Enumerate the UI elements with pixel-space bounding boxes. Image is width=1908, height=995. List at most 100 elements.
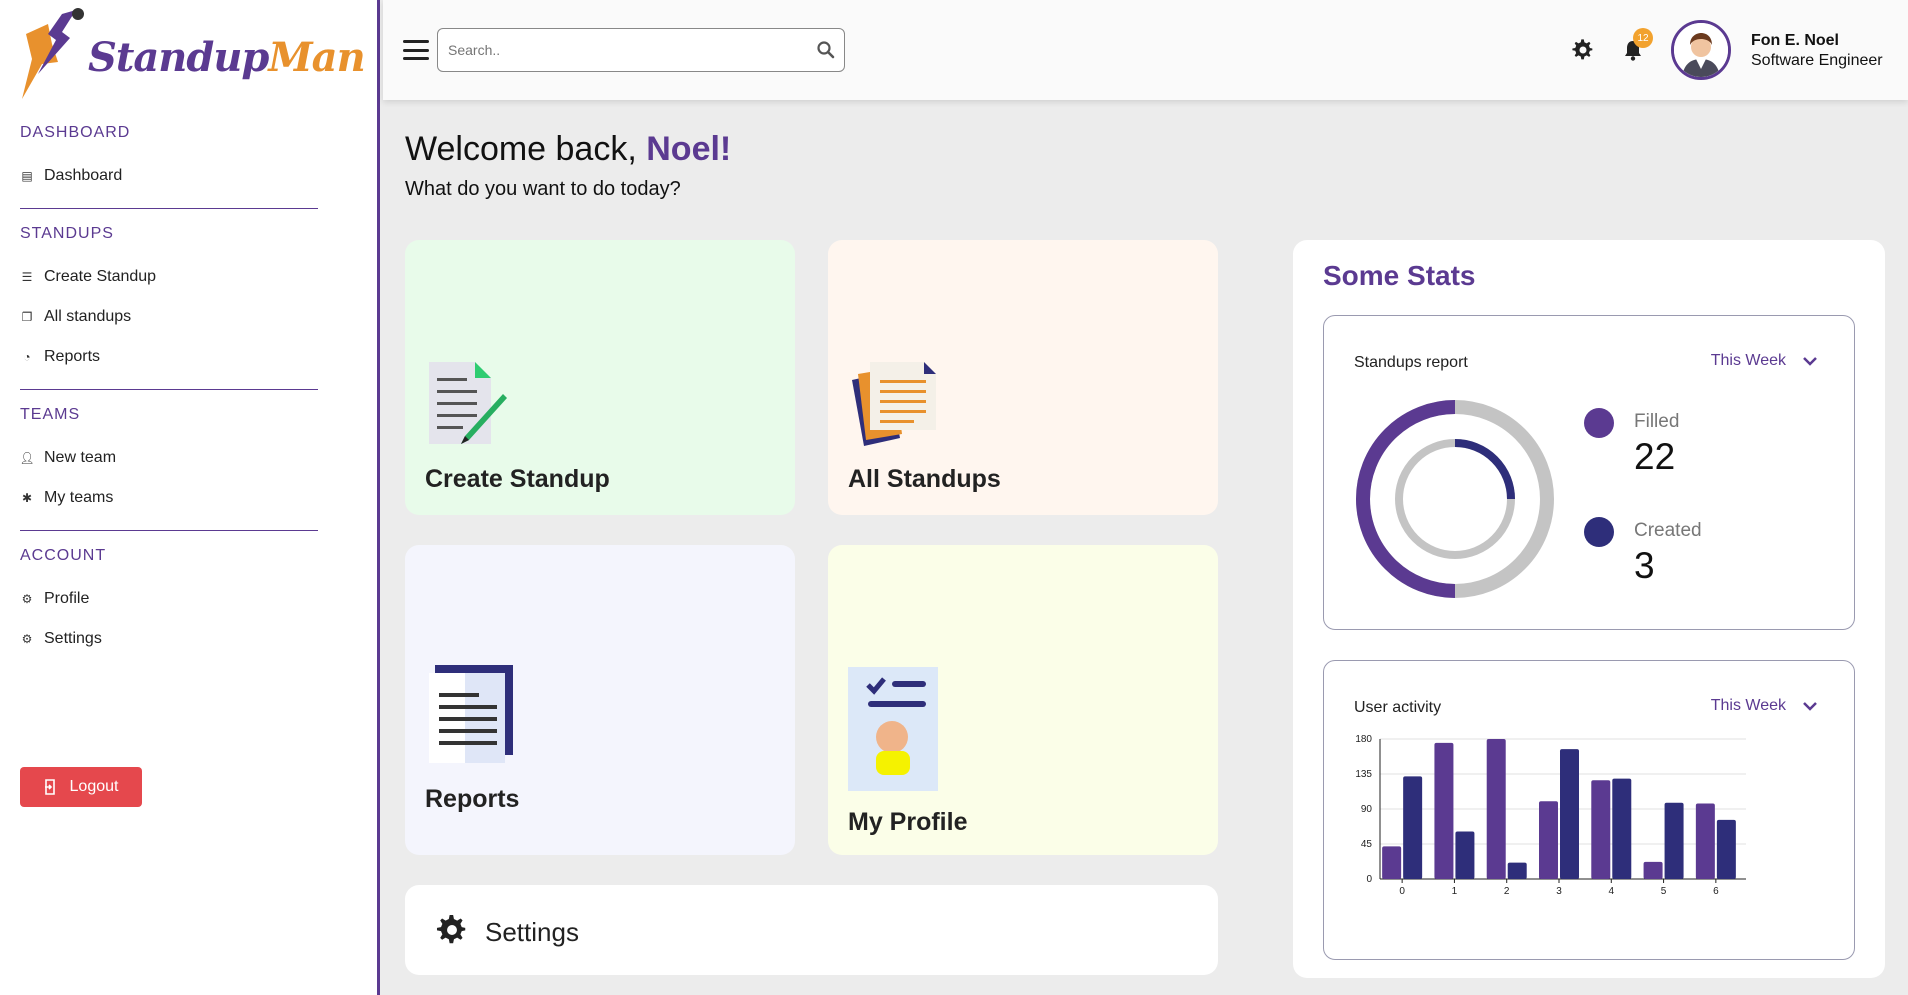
nav-section-dashboard: DASHBOARD ▤ Dashboard xyxy=(20,124,318,209)
section-title: ACCOUNT xyxy=(20,547,107,564)
avatar[interactable] xyxy=(1671,20,1731,80)
document-pen-icon xyxy=(429,362,507,444)
filled-label: Filled xyxy=(1634,411,1680,432)
x-tick-label: 1 xyxy=(1452,886,1458,897)
card-title: All Standups xyxy=(848,465,1001,493)
user-activity-panel: User activity This Week 0 45 90 135 180 0 1 2 3 4… xyxy=(1323,660,1855,960)
period-select-label: This Week xyxy=(1710,352,1786,369)
panel-title: Standups report xyxy=(1354,354,1468,371)
sidebar-item-profile[interactable]: ⚙ Profile xyxy=(20,579,318,619)
bar-5-0 xyxy=(1643,861,1663,879)
sidebar-item-dashboard[interactable]: ▤ Dashboard xyxy=(20,156,318,196)
bar-0-0 xyxy=(1382,846,1402,879)
card-title: My Profile xyxy=(848,808,968,836)
team-icon: ✱ xyxy=(21,491,33,505)
list-icon: ☰ xyxy=(21,270,33,284)
reports-card[interactable]: Reports xyxy=(405,545,795,855)
bar-1-0 xyxy=(1434,742,1454,879)
sidebar-item-label: All standups xyxy=(44,308,132,325)
bar-1-1 xyxy=(1455,831,1475,879)
bar-3-1 xyxy=(1560,749,1579,879)
chevron-down-icon xyxy=(1803,702,1817,711)
sidebar-item-settings[interactable]: ⚙ Settings xyxy=(20,619,318,659)
card-title: Create Standup xyxy=(425,465,610,493)
x-tick-label: 0 xyxy=(1399,886,1405,897)
brand-logo[interactable]: StandupMan xyxy=(18,4,366,104)
bar-6-0 xyxy=(1695,803,1715,879)
report-document-icon xyxy=(429,665,513,763)
sidebar: StandupMan DASHBOARD ▤ Dashboard STANDUP… xyxy=(0,0,380,995)
bar-2-1 xyxy=(1507,862,1527,879)
card-title: Settings xyxy=(485,917,579,947)
search-input[interactable] xyxy=(448,29,808,71)
notification-badge: 12 xyxy=(1633,28,1653,48)
bar-3-0 xyxy=(1539,801,1558,879)
create-standup-card[interactable]: Create Standup xyxy=(405,240,795,515)
y-tick-label: 135 xyxy=(1355,769,1372,780)
topbar: 12 Fon E. Noel Software Engineer xyxy=(383,0,1908,100)
user-role: Software Engineer xyxy=(1751,52,1883,69)
my-profile-card[interactable]: My Profile xyxy=(828,545,1218,855)
filled-arc xyxy=(1356,400,1456,598)
nav-section-account: ACCOUNT ⚙ Profile ⚙ Settings xyxy=(20,547,318,659)
sidebar-item-label: New team xyxy=(44,449,117,466)
stats-panel: Some Stats Standups report This Week Fil… xyxy=(1293,240,1885,978)
chevron-down-icon xyxy=(1803,357,1817,366)
sidebar-item-new-team[interactable]: 👤︎ New team xyxy=(19,438,318,478)
user-icon: 👤︎ xyxy=(19,451,35,465)
settings-gear-icon[interactable] xyxy=(1571,38,1595,62)
user-avatar-icon xyxy=(1674,23,1728,77)
y-tick-label: 90 xyxy=(1361,804,1373,815)
bar-2-0 xyxy=(1486,739,1506,879)
filled-legend-dot xyxy=(1584,408,1614,438)
search-icon[interactable] xyxy=(816,40,836,60)
search-box xyxy=(437,28,845,72)
welcome-subtitle: What do you want to do today? xyxy=(405,178,681,200)
x-tick-label: 2 xyxy=(1504,886,1510,897)
bar-0-1 xyxy=(1403,776,1423,879)
sidebar-item-label: Reports xyxy=(44,348,101,365)
gear-icon: ⚙ xyxy=(21,592,33,606)
y-tick-label: 45 xyxy=(1361,839,1373,850)
nav-section-teams: TEAMS 👤︎ New team ✱ My teams xyxy=(19,406,318,531)
sidebar-item-my-teams[interactable]: ✱ My teams xyxy=(20,478,318,518)
sidebar-item-label: Create Standup xyxy=(44,268,157,285)
section-title: STANDUPS xyxy=(20,225,114,242)
nav-section-standups: STANDUPS ☰ Create Standup ❐ All standups… xyxy=(20,225,318,390)
settings-gear-icon xyxy=(436,914,466,944)
sidebar-item-reports[interactable]: ◔ Reports xyxy=(20,337,318,377)
user-name: Fon E. Noel xyxy=(1751,32,1839,49)
section-title: DASHBOARD xyxy=(20,124,131,141)
user-activity-bar-chart: 045901351800 1 2 3 4 5 6 xyxy=(1355,734,1746,897)
period-select[interactable]: This Week xyxy=(1711,697,1818,715)
bar-5-1 xyxy=(1664,802,1684,879)
profile-card-icon xyxy=(848,667,938,791)
section-title: TEAMS xyxy=(20,406,81,423)
divider xyxy=(20,530,318,531)
superhero-logo-icon xyxy=(22,8,84,99)
created-label: Created xyxy=(1634,520,1702,541)
sidebar-item-label: Settings xyxy=(44,630,102,647)
logout-button[interactable]: Logout xyxy=(20,767,142,807)
sidebar-item-all-standups[interactable]: ❐ All standups xyxy=(20,297,318,337)
logout-label: Logout xyxy=(69,778,119,795)
all-standups-card[interactable]: All Standups xyxy=(828,240,1218,515)
sidebar-item-label: Dashboard xyxy=(44,167,123,184)
brand-name: StandupMan xyxy=(88,34,366,81)
gear-icon: ⚙ xyxy=(21,632,33,646)
settings-card[interactable]: Settings xyxy=(405,885,1218,975)
period-select[interactable]: This Week xyxy=(1711,352,1818,370)
divider xyxy=(20,208,318,209)
logout-icon xyxy=(44,779,55,795)
stats-title: Some Stats xyxy=(1323,260,1476,291)
document-stack-icon xyxy=(852,362,936,446)
bar-4-1 xyxy=(1612,778,1632,879)
sidebar-item-create-standup[interactable]: ☰ Create Standup xyxy=(20,257,318,297)
filled-value: 22 xyxy=(1634,436,1676,477)
welcome-heading: Welcome back, Noel! xyxy=(405,130,732,168)
bar-4-0 xyxy=(1591,780,1611,879)
y-tick-label: 180 xyxy=(1355,734,1372,745)
divider xyxy=(20,389,318,390)
menu-toggle-icon[interactable] xyxy=(403,40,429,60)
stack-icon: ❐ xyxy=(21,310,33,324)
